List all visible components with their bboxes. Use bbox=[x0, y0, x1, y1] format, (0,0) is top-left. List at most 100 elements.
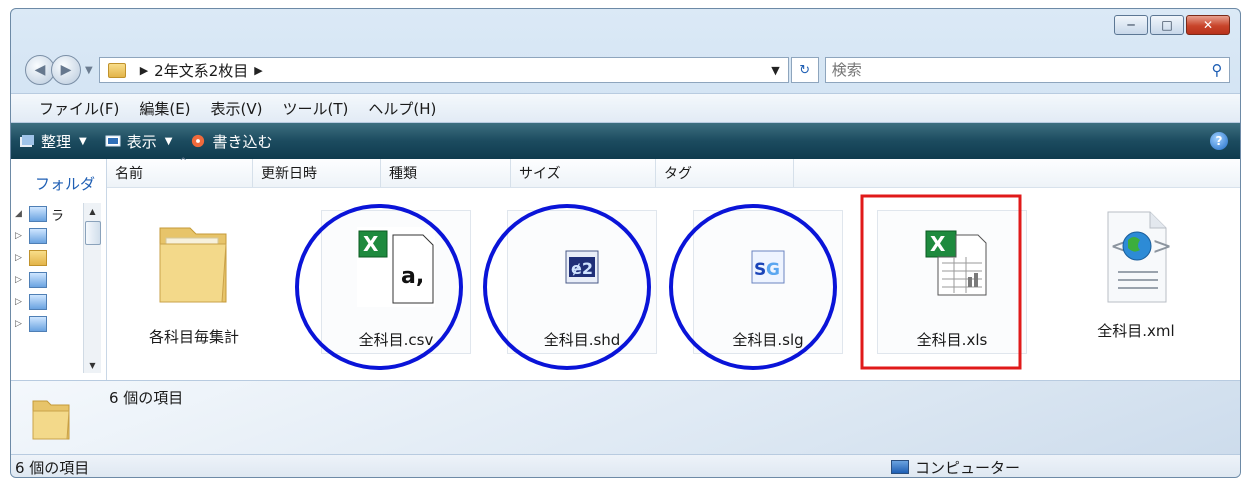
tree-item[interactable]: ◢ ラ bbox=[15, 203, 64, 225]
address-row: ◀ ▶ ▼ ▶ 2年文系2枚目 ▶ ▼ ↻ ⚲ bbox=[25, 55, 1230, 85]
tree-item[interactable]: ▷ bbox=[15, 313, 64, 335]
expand-icon[interactable]: ▷ bbox=[15, 319, 29, 329]
excel-csv-icon: Xa, bbox=[346, 217, 446, 317]
menu-bar: ファイル(F) 編集(E) 表示(V) ツール(T) ヘルプ(H) bbox=[11, 93, 1240, 123]
sort-ascending-icon: ^ bbox=[179, 157, 188, 167]
command-bar: 整理 ▼ 表示 ▼ 書き込む ? bbox=[11, 123, 1240, 159]
folder-icon bbox=[107, 62, 126, 78]
tree-scrollbar[interactable]: ▲ ▼ bbox=[83, 203, 101, 373]
explorer-window: ─ □ ✕ ◀ ▶ ▼ ▶ 2年文系2枚目 ▶ ▼ ↻ ⚲ ファイル(F) 編集… bbox=[10, 8, 1241, 478]
file-item[interactable]: SG 全科目.slg bbox=[693, 210, 843, 354]
help-icon[interactable]: ? bbox=[1210, 132, 1228, 150]
menu-help[interactable]: ヘルプ(H) bbox=[368, 98, 436, 119]
breadcrumb-folder[interactable]: 2年文系2枚目 bbox=[154, 60, 248, 81]
forward-arrow-icon: ▶ bbox=[60, 62, 72, 78]
menu-file[interactable]: ファイル(F) bbox=[39, 98, 119, 119]
navigation-pane: フォルダ ◢ ラ ▷ ▷ ▷ ▷ ▷ ▲ ▼ bbox=[11, 159, 107, 380]
expand-icon[interactable]: ▷ bbox=[15, 231, 29, 241]
file-item[interactable]: 各科目毎集計 bbox=[119, 208, 269, 352]
tree-item[interactable]: ▷ bbox=[15, 269, 64, 291]
tree-item-label: ラ bbox=[51, 208, 65, 224]
tree-item[interactable]: ▷ bbox=[15, 247, 64, 269]
folder-icon bbox=[29, 250, 47, 266]
icon-view: 各科目毎集計 Xa, 全科目.csv ɇ2 全科目.shd SG 全科目.slg… bbox=[107, 188, 1240, 381]
search-icon[interactable]: ⚲ bbox=[1205, 61, 1229, 79]
burn-label: 書き込む bbox=[212, 132, 273, 151]
file-item[interactable]: < > 全科目.xml bbox=[1061, 202, 1211, 346]
menu-view[interactable]: 表示(V) bbox=[211, 98, 263, 119]
organize-label: 整理 bbox=[41, 132, 72, 151]
folder-tree: ◢ ラ ▷ ▷ ▷ ▷ ▷ bbox=[15, 203, 64, 335]
column-tags[interactable]: タグ bbox=[656, 159, 794, 187]
scroll-up-icon[interactable]: ▲ bbox=[84, 203, 101, 219]
shd-file-icon: ɇ2 bbox=[532, 217, 632, 317]
view-label: 表示 bbox=[126, 132, 157, 151]
computer-icon bbox=[891, 460, 909, 474]
address-dropdown-icon[interactable]: ▼ bbox=[763, 64, 787, 77]
file-item[interactable]: ɇ2 全科目.shd bbox=[507, 210, 657, 354]
recent-pages-dropdown[interactable]: ▼ bbox=[85, 65, 93, 76]
minimize-button[interactable]: ─ bbox=[1114, 15, 1148, 35]
details-pane: 6 個の項目 bbox=[11, 380, 1240, 455]
breadcrumb-separator-icon[interactable]: ▶ bbox=[254, 64, 262, 77]
svg-text:G: G bbox=[766, 260, 780, 280]
column-tags-label: タグ bbox=[664, 166, 692, 182]
network-folder-icon bbox=[29, 228, 47, 244]
maximize-button[interactable]: □ bbox=[1150, 15, 1184, 35]
views-icon bbox=[105, 135, 121, 147]
file-item[interactable]: X 全科目.xls bbox=[877, 210, 1027, 354]
forward-button[interactable]: ▶ bbox=[51, 55, 81, 85]
chevron-down-icon: ▼ bbox=[79, 135, 87, 147]
network-icon bbox=[29, 294, 47, 310]
file-label: 全科目.shd bbox=[543, 331, 621, 349]
folder-icon bbox=[144, 214, 244, 314]
file-label: 全科目.xls bbox=[916, 331, 988, 349]
address-bar[interactable]: ▶ 2年文系2枚目 ▶ ▼ bbox=[98, 57, 789, 83]
column-size-label: サイズ bbox=[519, 166, 561, 182]
column-modified[interactable]: 更新日時 bbox=[253, 159, 381, 187]
search-box[interactable]: ⚲ bbox=[824, 57, 1230, 83]
column-type-label: 種類 bbox=[389, 166, 417, 182]
expand-icon[interactable]: ▷ bbox=[15, 275, 29, 285]
file-label: 全科目.csv bbox=[358, 331, 434, 349]
expand-icon[interactable]: ▷ bbox=[15, 297, 29, 307]
chevron-down-icon: ▼ bbox=[164, 135, 173, 147]
svg-text:X: X bbox=[930, 232, 946, 256]
svg-text:a,: a, bbox=[401, 264, 424, 289]
excel-xls-icon: X bbox=[902, 217, 1002, 317]
disc-icon bbox=[192, 134, 205, 148]
refresh-button[interactable]: ↻ bbox=[790, 57, 819, 83]
folders-title[interactable]: フォルダ bbox=[35, 173, 95, 194]
tree-item[interactable]: ▷ bbox=[15, 291, 64, 313]
breadcrumb-separator-icon[interactable]: ▶ bbox=[140, 64, 148, 77]
search-input[interactable] bbox=[825, 60, 1205, 80]
column-modified-label: 更新日時 bbox=[261, 166, 317, 182]
column-type[interactable]: 種類 bbox=[381, 159, 511, 187]
back-arrow-icon: ◀ bbox=[34, 62, 46, 78]
menu-edit[interactable]: 編集(E) bbox=[139, 98, 190, 119]
view-button[interactable]: 表示 ▼ bbox=[105, 131, 173, 152]
file-list-pane: 名前 ^ 更新日時 種類 サイズ タグ 各科目毎集計 Xa, 全科目.csv ɇ… bbox=[107, 157, 1240, 381]
xml-file-icon: < > bbox=[1086, 208, 1186, 308]
collapse-icon[interactable]: ◢ bbox=[15, 209, 29, 219]
file-label: 全科目.slg bbox=[732, 331, 804, 349]
menu-tools[interactable]: ツール(T) bbox=[283, 98, 349, 119]
status-item-count: 6 個の項目 bbox=[15, 458, 90, 477]
tree-item[interactable]: ▷ bbox=[15, 225, 64, 247]
svg-text:X: X bbox=[363, 232, 379, 256]
burn-button[interactable]: 書き込む bbox=[190, 131, 272, 152]
close-button[interactable]: ✕ bbox=[1186, 15, 1230, 35]
organize-button[interactable]: 整理 ▼ bbox=[19, 131, 87, 152]
expand-icon[interactable]: ▷ bbox=[15, 253, 29, 263]
scroll-down-icon[interactable]: ▼ bbox=[84, 357, 101, 373]
organize-icon bbox=[20, 135, 34, 147]
column-size[interactable]: サイズ bbox=[511, 159, 656, 187]
column-name[interactable]: 名前 ^ bbox=[107, 157, 253, 187]
control-panel-icon bbox=[29, 316, 47, 332]
status-computer-label: コンピューター bbox=[915, 458, 1021, 477]
status-bar: 6 個の項目 コンピューター bbox=[11, 454, 1240, 478]
scroll-thumb[interactable] bbox=[85, 221, 101, 245]
file-item[interactable]: Xa, 全科目.csv bbox=[321, 210, 471, 354]
status-zone: コンピューター bbox=[891, 457, 1020, 478]
column-headers: 名前 ^ 更新日時 種類 サイズ タグ bbox=[107, 157, 1240, 188]
